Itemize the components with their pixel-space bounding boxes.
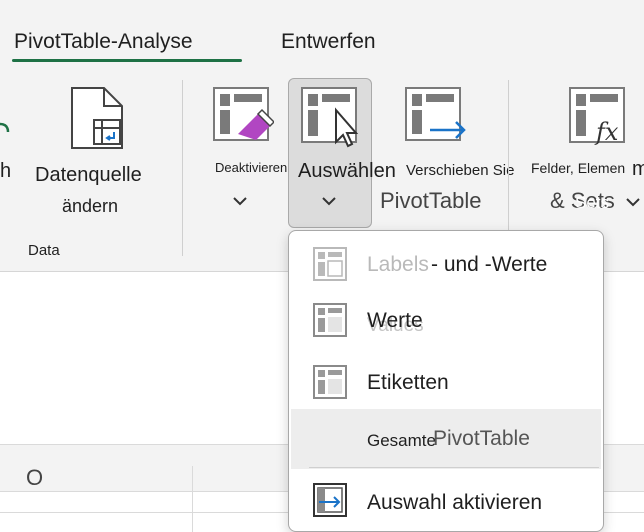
menu-item-labels-und-werte[interactable]: Labels - und -Werte	[289, 237, 603, 293]
menu-item-auswahl-label: Auswahl aktivieren	[367, 491, 543, 514]
move-arrow-layout-icon	[405, 87, 466, 141]
chevron-down-icon[interactable]	[320, 195, 338, 207]
menu-item-gesamte-pivottable[interactable]: Gesamte PivotTable	[289, 413, 603, 469]
deaktivieren-label[interactable]: Deaktivieren	[215, 160, 287, 175]
active-tab-indicator	[12, 59, 242, 62]
menu-item-labels-grey: Labels	[367, 253, 429, 276]
menu-item-labels-main: - und -Werte	[431, 253, 548, 276]
tab-pivottable-analyse[interactable]: PivotTable-Analyse	[14, 30, 193, 54]
ribbon-tab-bar: PivotTable-Analyse Entwerfen	[0, 0, 644, 68]
verschieben-label-line2[interactable]: PivotTable	[380, 188, 482, 214]
column-header-o[interactable]: O	[26, 465, 43, 491]
felder-clip: m	[632, 158, 644, 180]
menu-separator	[309, 467, 599, 468]
refresh-button-label[interactable]: h	[0, 160, 11, 183]
group-label-data: Data	[28, 242, 60, 259]
enable-selection-icon	[313, 483, 347, 517]
svg-text:fx: fx	[594, 118, 619, 146]
menu-item-gesamte-small: Gesamte	[367, 431, 436, 450]
datenquelle-label-line1[interactable]: Datenquelle	[35, 164, 142, 187]
chevron-down-icon[interactable]	[624, 196, 642, 208]
layout-grid-icon	[313, 365, 347, 399]
menu-item-werte[interactable]: Values Werte	[289, 293, 603, 349]
group-separator	[182, 80, 183, 256]
datenquelle-label-line2[interactable]: ändern	[62, 196, 118, 217]
menu-item-etiketten-label: Etiketten	[367, 371, 449, 394]
document-data-icon	[71, 87, 123, 149]
cursor-layout-icon	[301, 87, 359, 148]
auswaehlen-label[interactable]: Auswählen	[298, 160, 396, 183]
menu-item-auswahl-aktivieren[interactable]: Auswahl aktivieren	[289, 475, 603, 531]
felder-label[interactable]: Felder, Elemen	[531, 160, 625, 176]
menu-item-etiketten[interactable]: Etiketten	[289, 355, 603, 411]
column-gridline	[192, 466, 193, 532]
chevron-down-icon[interactable]	[231, 195, 249, 207]
felder-overlay: Sets	[575, 193, 610, 212]
eraser-layout-icon	[213, 87, 274, 141]
tab-entwerfen[interactable]: Entwerfen	[281, 30, 376, 54]
refresh-icon	[0, 122, 10, 133]
menu-item-werte-label: Werte	[367, 309, 423, 332]
menu-item-pivottable-label: PivotTable	[433, 427, 530, 450]
layout-grid-icon	[313, 247, 347, 281]
verschieben-label[interactable]: Verschieben Sie	[406, 162, 514, 179]
fx-layout-icon: fx	[569, 87, 625, 146]
layout-grid-icon	[313, 303, 347, 337]
auswaehlen-dropdown-menu: Labels - und -Werte Values Werte Etikett…	[288, 230, 604, 532]
